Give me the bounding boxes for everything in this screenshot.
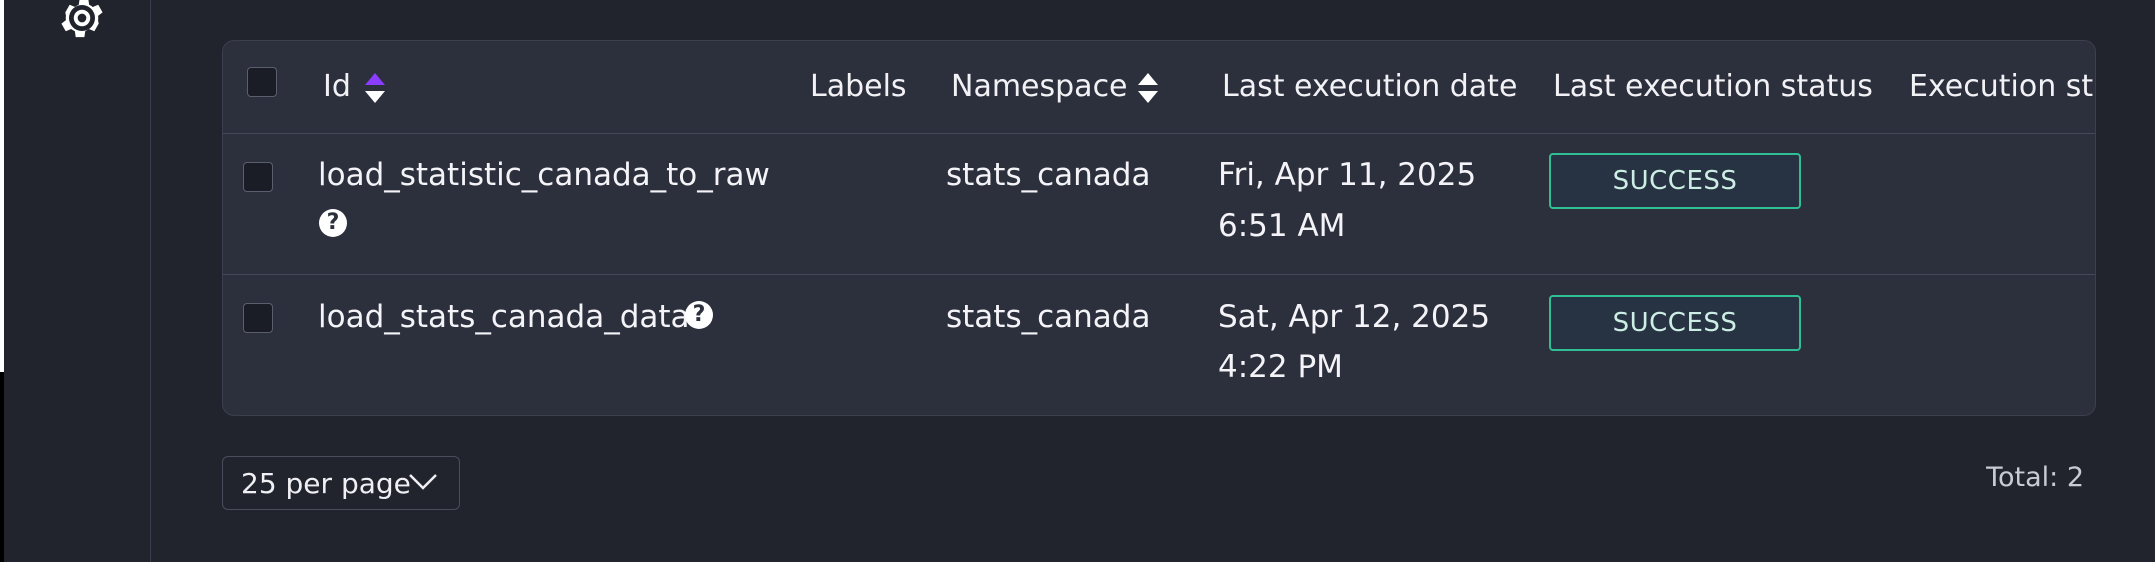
per-page-select[interactable]: 25 per page xyxy=(222,456,460,510)
chevron-down-icon xyxy=(409,474,437,490)
column-header-id[interactable]: Id xyxy=(323,69,351,104)
last-execution-date: Fri, Apr 11, 2025 xyxy=(1218,157,1477,193)
last-execution-date: Sat, Apr 12, 2025 xyxy=(1218,299,1491,335)
per-page-label: 25 per page xyxy=(241,467,411,500)
sidebar xyxy=(4,0,151,562)
status-badge[interactable]: SUCCESS xyxy=(1549,153,1801,209)
sort-icon[interactable] xyxy=(1137,71,1159,105)
table-row[interactable]: load_statistic_canada_to_raw ? stats_can… xyxy=(223,133,2095,275)
help-icon[interactable]: ? xyxy=(685,301,713,329)
sort-icon[interactable] xyxy=(364,71,386,105)
namespace-cell[interactable]: stats_canada xyxy=(946,157,1150,193)
table-header: Id Labels Namespace Last execution date … xyxy=(223,41,2095,134)
namespace-cell[interactable]: stats_canada xyxy=(946,299,1150,335)
row-checkbox[interactable] xyxy=(243,303,273,333)
column-header-labels: Labels xyxy=(810,69,907,104)
column-header-execution-statistics: Execution st xyxy=(1909,69,2094,104)
gear-icon[interactable] xyxy=(56,0,108,44)
select-all-checkbox[interactable] xyxy=(247,67,277,97)
table-row[interactable]: load_stats_canada_data ? stats_canada Sa… xyxy=(223,275,2095,415)
column-header-namespace[interactable]: Namespace xyxy=(951,69,1128,104)
flow-id-link[interactable]: load_statistic_canada_to_raw xyxy=(318,157,770,193)
column-header-last-execution-status: Last execution status xyxy=(1553,69,1873,104)
column-header-last-execution-date: Last execution date xyxy=(1222,69,1518,104)
last-execution-time: 6:51 AM xyxy=(1218,208,1346,244)
flow-id-link[interactable]: load_stats_canada_data xyxy=(318,299,690,335)
status-badge[interactable]: SUCCESS xyxy=(1549,295,1801,351)
total-count: Total: 2 xyxy=(1986,462,2084,493)
last-execution-time: 4:22 PM xyxy=(1218,349,1343,385)
help-icon[interactable]: ? xyxy=(319,209,347,237)
row-checkbox[interactable] xyxy=(243,162,273,192)
flows-table: Id Labels Namespace Last execution date … xyxy=(222,40,2096,416)
